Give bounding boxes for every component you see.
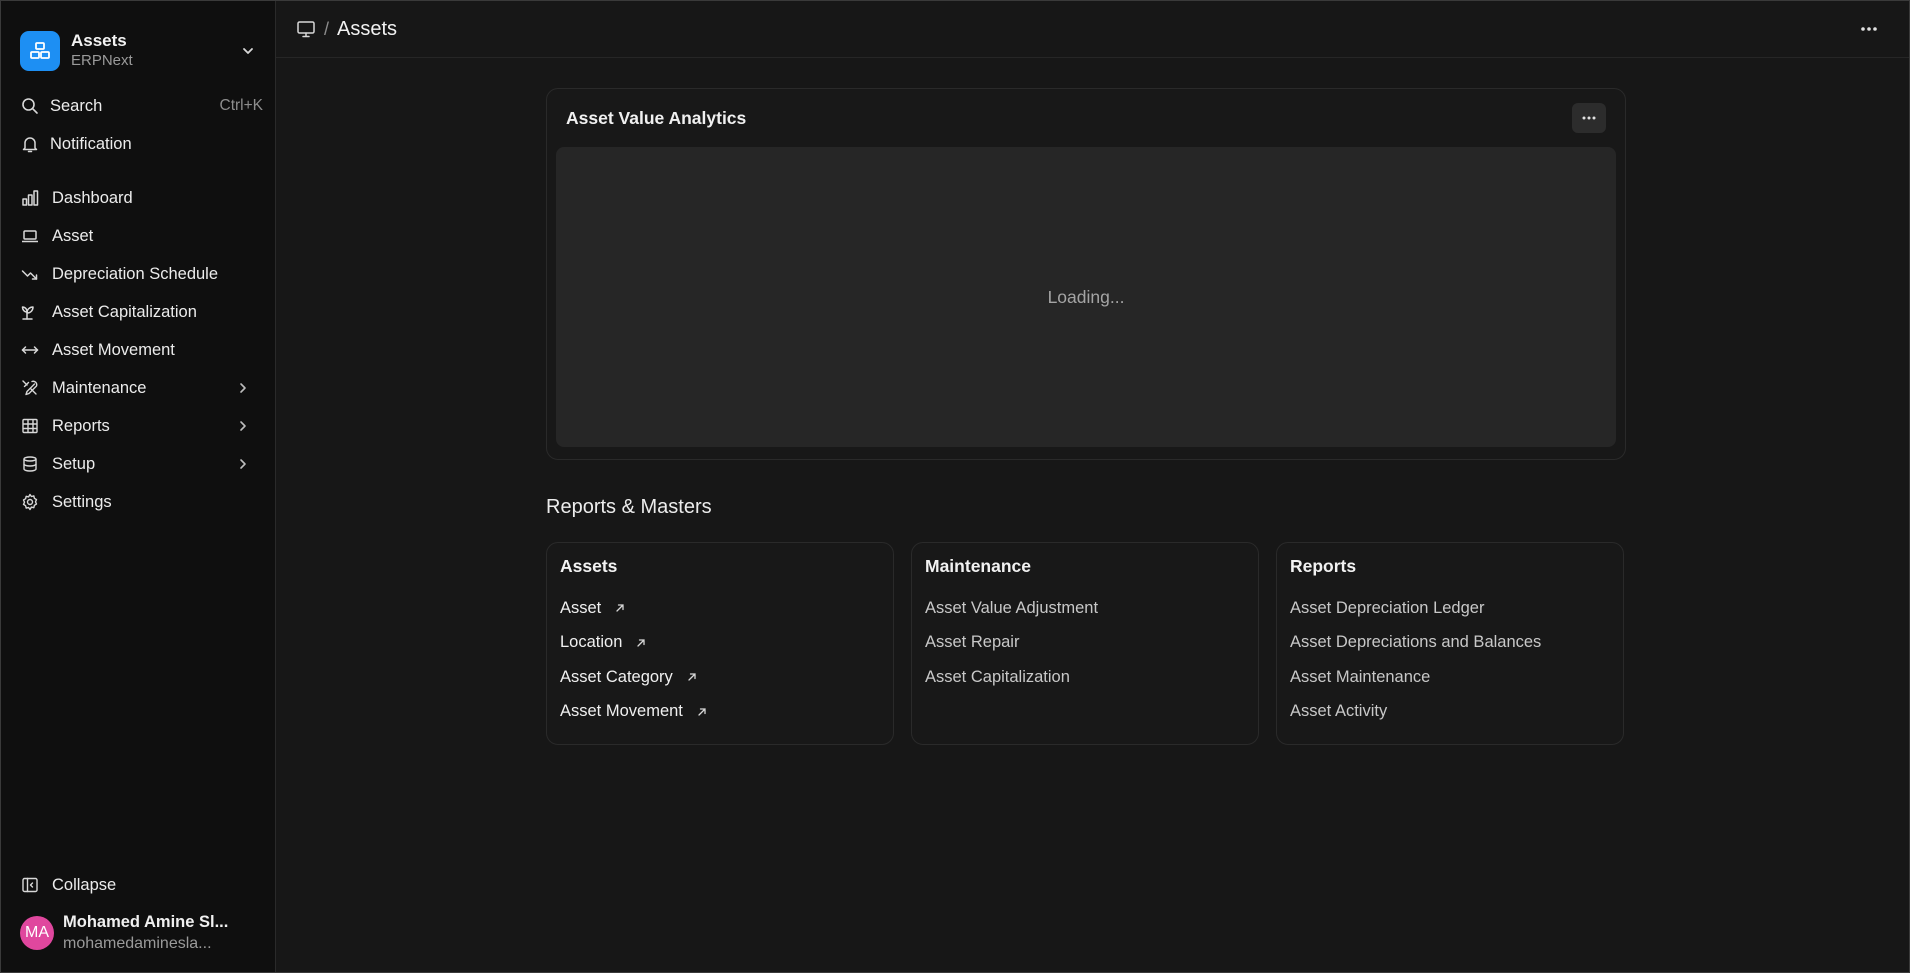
arrow-up-right-icon <box>634 636 648 650</box>
card-reports: Reports Asset Depreciation Ledger Asset … <box>1276 542 1624 745</box>
user-menu[interactable]: MA Mohamed Amine Sl... mohamedaminesla..… <box>1 910 275 972</box>
avatar: MA <box>20 916 54 950</box>
sidebar-item-asset-movement[interactable]: Asset Movement <box>1 331 275 369</box>
sidebar: Assets ERPNext Search Ctrl+K Notificatio… <box>1 1 276 972</box>
link-asset-depreciations-and-balances[interactable]: Asset Depreciations and Balances <box>1290 626 1610 661</box>
database-icon <box>20 454 40 474</box>
sidebar-item-label: Reports <box>52 416 110 435</box>
bar-chart-icon <box>20 188 40 208</box>
section-title: Reports & Masters <box>546 496 712 518</box>
tools-icon <box>20 378 40 398</box>
card-title: Maintenance <box>925 556 1031 576</box>
card-title: Reports <box>1290 556 1357 576</box>
card-assets: Assets Asset Location Asset Category Ass… <box>546 542 894 745</box>
arrow-up-right-icon <box>695 705 709 719</box>
sidebar-item-asset-capitalization[interactable]: Asset Capitalization <box>1 293 275 331</box>
more-options-icon[interactable] <box>1857 17 1881 41</box>
sidebar-item-reports[interactable]: Reports <box>1 407 275 445</box>
breadcrumb-separator: / <box>324 18 330 39</box>
link-asset-movement[interactable]: Asset Movement <box>560 695 880 730</box>
collapse-label: Collapse <box>52 875 117 894</box>
card-maintenance: Maintenance Asset Value Adjustment Asset… <box>911 542 1259 745</box>
sidebar-item-settings[interactable]: Settings <box>1 483 275 521</box>
sidebar-item-depreciation-schedule[interactable]: Depreciation Schedule <box>1 255 275 293</box>
sidebar-item-label: Maintenance <box>52 378 147 397</box>
move-horizontal-icon <box>20 340 40 360</box>
search-shortcut: Ctrl+K <box>219 97 264 114</box>
sidebar-item-setup[interactable]: Setup <box>1 445 275 483</box>
sprout-icon <box>20 302 40 322</box>
sidebar-item-label: Setup <box>52 454 96 473</box>
sidebar-item-label: Depreciation Schedule <box>52 264 219 283</box>
main-area: / Assets Asset Value Analytics Loading..… <box>276 1 1909 972</box>
chevron-right-icon <box>235 456 251 472</box>
chart-options-button[interactable] <box>1572 103 1606 133</box>
workspace-switcher[interactable]: Assets ERPNext <box>1 1 275 81</box>
card-title: Assets <box>560 556 618 576</box>
link-asset-value-adjustment[interactable]: Asset Value Adjustment <box>925 591 1245 626</box>
chevron-right-icon <box>235 418 251 434</box>
chart-title: Asset Value Analytics <box>566 107 747 128</box>
gear-icon <box>20 492 40 512</box>
chart-card: Asset Value Analytics Loading... <box>546 88 1626 460</box>
app-window: Assets ERPNext Search Ctrl+K Notificatio… <box>0 0 1910 973</box>
link-asset-category[interactable]: Asset Category <box>560 660 880 695</box>
link-asset[interactable]: Asset <box>560 591 880 626</box>
sidebar-item-label: Asset Movement <box>52 340 175 359</box>
table-icon <box>20 416 40 436</box>
breadcrumb: / Assets <box>276 1 1909 58</box>
chart-placeholder: Loading... <box>556 147 1616 447</box>
workspace-subtitle: ERPNext <box>71 51 133 69</box>
sidebar-item-maintenance[interactable]: Maintenance <box>1 369 275 407</box>
assets-logo-icon <box>20 30 60 71</box>
link-asset-maintenance[interactable]: Asset Maintenance <box>1290 660 1610 695</box>
more-horizontal-icon <box>1582 116 1596 120</box>
sidebar-item-label: Asset <box>52 226 94 245</box>
notification-label: Notification <box>50 134 132 153</box>
sidebar-collapse-icon <box>20 875 40 895</box>
user-email: mohamedaminesla... <box>63 935 212 952</box>
workspace-title: Assets <box>71 30 127 50</box>
search-label: Search <box>50 96 103 115</box>
link-asset-repair[interactable]: Asset Repair <box>925 626 1245 661</box>
chevron-down-icon[interactable] <box>239 42 257 60</box>
link-asset-activity[interactable]: Asset Activity <box>1290 695 1610 730</box>
sidebar-item-label: Dashboard <box>52 188 133 207</box>
trending-down-icon <box>20 264 40 284</box>
link-location[interactable]: Location <box>560 626 880 661</box>
desktop-icon[interactable] <box>296 19 316 39</box>
search-icon <box>20 96 40 116</box>
page-title: Assets <box>337 17 398 40</box>
reports-cards: Assets Asset Location Asset Category Ass… <box>546 542 1626 745</box>
workspace-content: Asset Value Analytics Loading... Reports… <box>546 88 1626 745</box>
bell-icon <box>20 134 40 154</box>
laptop-icon <box>20 226 40 246</box>
collapse-sidebar-button[interactable]: Collapse <box>1 866 275 904</box>
link-asset-capitalization[interactable]: Asset Capitalization <box>925 660 1245 695</box>
sidebar-item-label: Asset Capitalization <box>52 302 197 321</box>
sidebar-item-label: Settings <box>52 492 112 511</box>
loading-text: Loading... <box>1047 286 1125 307</box>
link-asset-depreciation-ledger[interactable]: Asset Depreciation Ledger <box>1290 591 1610 626</box>
chevron-right-icon <box>235 380 251 396</box>
sidebar-item-asset[interactable]: Asset <box>1 217 275 255</box>
arrow-up-right-icon <box>685 670 699 684</box>
user-name: Mohamed Amine Sl... <box>63 913 229 931</box>
arrow-up-right-icon <box>613 601 627 615</box>
sidebar-item-dashboard[interactable]: Dashboard <box>1 179 275 217</box>
notification-button[interactable]: Notification <box>1 125 275 163</box>
search-button[interactable]: Search Ctrl+K <box>1 87 275 125</box>
